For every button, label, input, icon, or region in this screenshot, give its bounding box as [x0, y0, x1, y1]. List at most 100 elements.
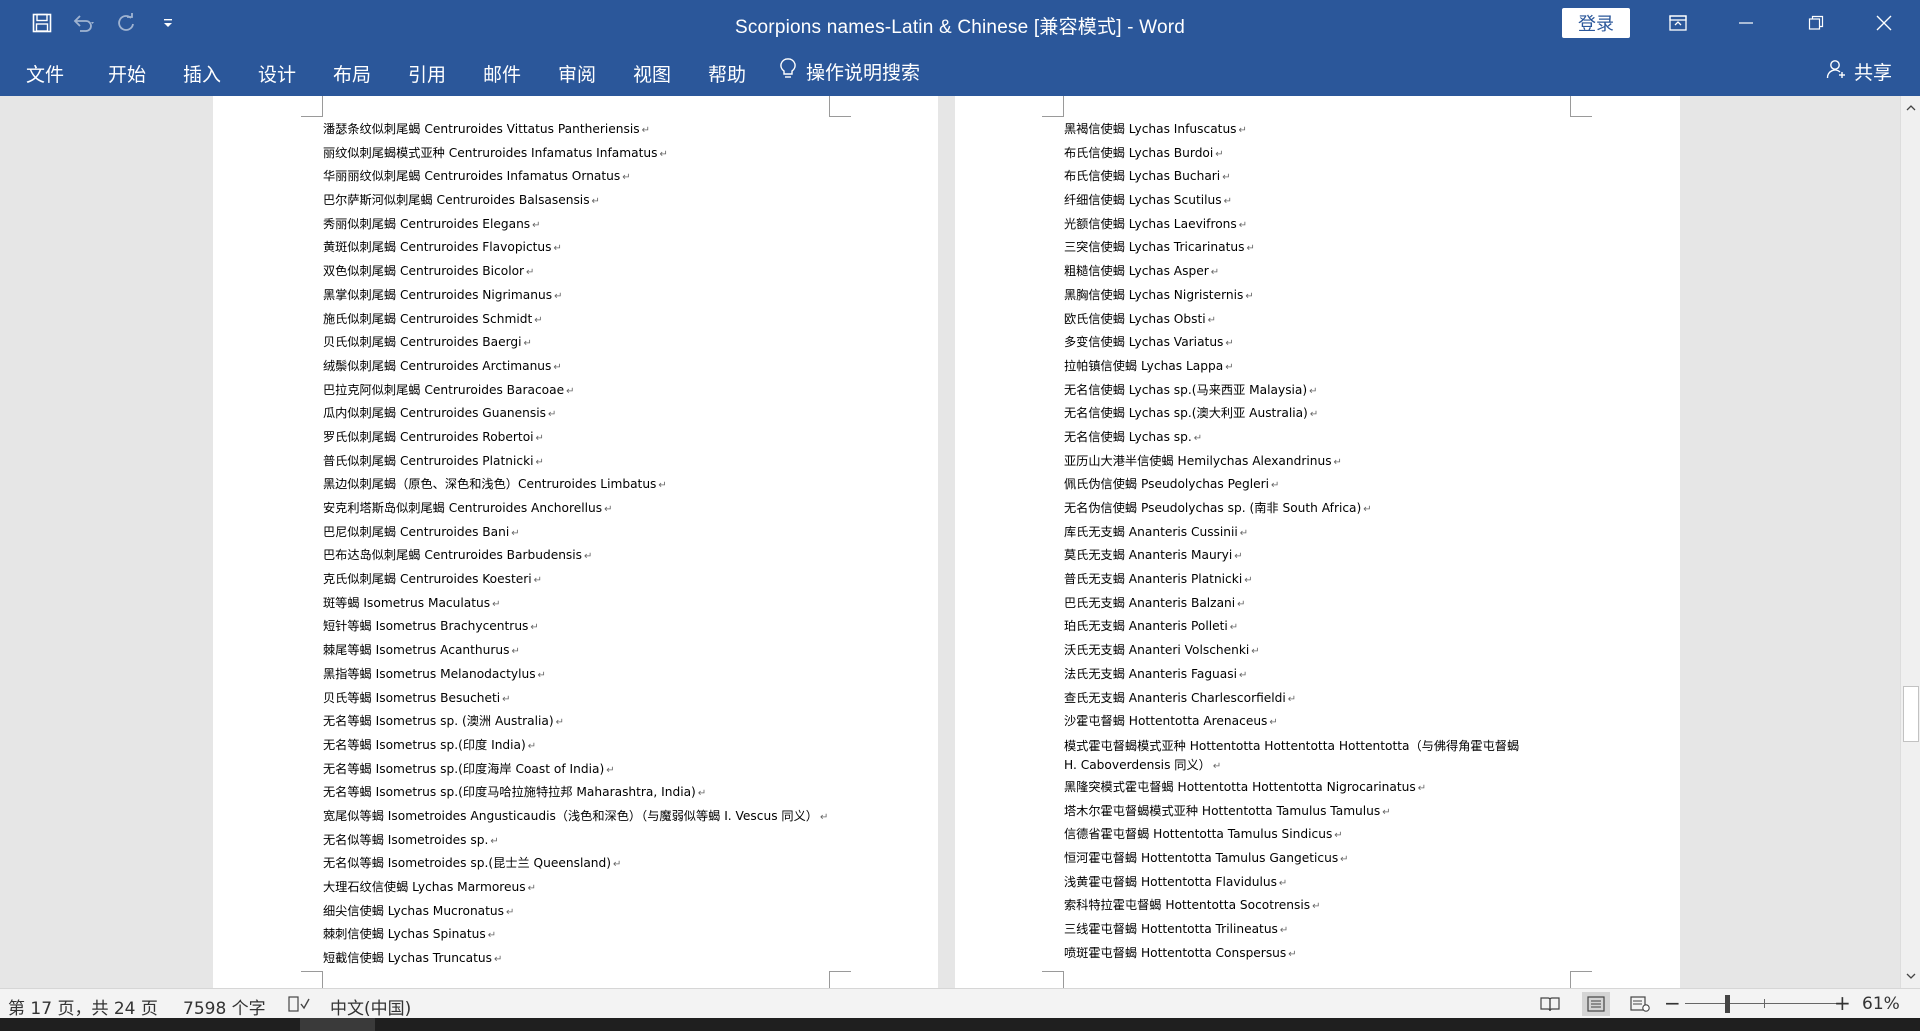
text-line[interactable]: 无名信使蝎 Lychas sp. ↵	[1064, 426, 1534, 450]
tab-references[interactable]: 引用	[408, 60, 446, 87]
text-line[interactable]: 无名信使蝎 Lychas sp.(澳大利亚 Australia) ↵	[1064, 402, 1534, 426]
text-line[interactable]: 克氏似刺尾蝎 Centruroides Koesteri ↵	[323, 568, 828, 592]
text-line[interactable]: 拉帕镇信使蝎 Lychas Lappa ↵	[1064, 355, 1534, 379]
right-page-text[interactable]: 黑褐信使蝎 Lychas Infuscatus ↵ 布氏信使蝎 Lychas Bur…	[1064, 118, 1534, 965]
text-line[interactable]: 秀丽似刺尾蝎 Centruroides Elegans ↵	[323, 213, 828, 237]
read-mode-icon[interactable]	[1540, 996, 1560, 1017]
text-line[interactable]: 无名信使蝎 Lychas sp.(马来西亚 Malaysia) ↵	[1064, 379, 1534, 403]
text-line[interactable]: 无名伪信使蝎 Pseudolychas sp. (南非 South Africa…	[1064, 497, 1534, 521]
login-button[interactable]: 登录	[1562, 8, 1630, 38]
language[interactable]: 中文(中国)	[330, 994, 411, 1019]
text-line[interactable]: 查氏无支蝎 Ananteris Charlescorfieldi ↵	[1064, 687, 1534, 711]
text-line[interactable]: 无名等蝎 Isometrus sp. (澳洲 Australia) ↵	[323, 710, 828, 734]
text-line[interactable]: 无名等蝎 Isometrus sp.(印度 India) ↵	[323, 734, 828, 758]
text-line[interactable]: 亚历山大港半信使蝎 Hemilychas Alexandrinus ↵	[1064, 450, 1534, 474]
text-line[interactable]: 黑隆突模式霍屯督蝎 Hottentotta Hottentotta Nigroc…	[1064, 776, 1534, 800]
tab-mailings[interactable]: 邮件	[483, 60, 521, 87]
text-line[interactable]: 纤细信使蝎 Lychas Scutilus ↵	[1064, 189, 1534, 213]
text-line[interactable]: 大理石纹信使蝎 Lychas Marmoreus ↵	[323, 876, 828, 900]
share-button[interactable]: 共享	[1826, 58, 1892, 85]
text-line[interactable]: 莫氏无支蝎 Ananteris Mauryi ↵	[1064, 544, 1534, 568]
text-line[interactable]: 三线霍屯督蝎 Hottentotta Trilineatus ↵	[1064, 918, 1534, 942]
tell-me-search[interactable]: 操作说明搜索	[780, 58, 920, 85]
text-line[interactable]: 信德省霍屯督蝎 Hottentotta Tamulus Sindicus ↵	[1064, 823, 1534, 847]
text-line[interactable]: 法氏无支蝎 Ananteris Faguasi ↵	[1064, 663, 1534, 687]
tab-view[interactable]: 视图	[633, 60, 671, 87]
text-line[interactable]: 黑指等蝎 Isometrus Melanodactylus ↵	[323, 663, 828, 687]
close-icon[interactable]	[1856, 0, 1912, 46]
text-line[interactable]: 黄斑似刺尾蝎 Centruroides Flavopictus ↵	[323, 236, 828, 260]
text-line[interactable]: 模式霍屯督蝎模式亚种 Hottentotta Hottentotta Hotte…	[1064, 734, 1534, 776]
minimize-icon[interactable]	[1718, 0, 1774, 46]
text-line[interactable]: 棘尾等蝎 Isometrus Acanthurus ↵	[323, 639, 828, 663]
text-line[interactable]: 欧氏信使蝎 Lychas Obsti ↵	[1064, 308, 1534, 332]
scroll-down-icon[interactable]	[1901, 966, 1920, 986]
text-line[interactable]: 丽纹似刺尾蝎模式亚种 Centruroides Infamatus Infama…	[323, 142, 828, 166]
zoom-out-button[interactable]: −	[1664, 991, 1681, 1015]
text-line[interactable]: 浅黄霍屯督蝎 Hottentotta Flavidulus ↵	[1064, 871, 1534, 895]
text-line[interactable]: 沃氏无支蝎 Ananteri Volschenki ↵	[1064, 639, 1534, 663]
page-right[interactable]: 黑褐信使蝎 Lychas Infuscatus ↵ 布氏信使蝎 Lychas Bur…	[955, 96, 1680, 988]
text-line[interactable]: 无名等蝎 Isometrus sp.(印度海岸 Coast of India) ↵	[323, 758, 828, 782]
tab-review[interactable]: 审阅	[558, 60, 596, 87]
text-line[interactable]: 安克利塔斯岛似刺尾蝎 Centruroides Anchorellus ↵	[323, 497, 828, 521]
tab-design[interactable]: 设计	[258, 60, 296, 87]
text-line[interactable]: 巴氏无支蝎 Ananteris Balzani ↵	[1064, 592, 1534, 616]
text-line[interactable]: 贝氏等蝎 Isometrus Besucheti ↵	[323, 687, 828, 711]
text-line[interactable]: 普氏似刺尾蝎 Centruroides Platnicki ↵	[323, 450, 828, 474]
left-page-text[interactable]: 潘瑟条纹似刺尾蝎 Centruroides Vittatus Pantherie…	[323, 118, 828, 971]
text-line[interactable]: 巴布达岛似刺尾蝎 Centruroides Barbudensis ↵	[323, 544, 828, 568]
text-line[interactable]: 黑胸信使蝎 Lychas Nigristernis ↵	[1064, 284, 1534, 308]
zoom-slider-thumb[interactable]	[1725, 995, 1730, 1013]
text-line[interactable]: 索科特拉霍屯督蝎 Hottentotta Socotrensis ↵	[1064, 894, 1534, 918]
text-line[interactable]: 库氏无支蝎 Ananteris Cussinii ↵	[1064, 521, 1534, 545]
text-line[interactable]: 喷斑霍屯督蝎 Hottentotta Conspersus ↵	[1064, 942, 1534, 966]
text-line[interactable]: 黑边似刺尾蝎（原色、深色和浅色）Centruroides Limbatus ↵	[323, 473, 828, 497]
text-line[interactable]: 罗氏似刺尾蝎 Centruroides Robertoi ↵	[323, 426, 828, 450]
text-line[interactable]: 短截信使蝎 Lychas Truncatus ↵	[323, 947, 828, 971]
text-line[interactable]: 巴尔萨斯河似刺尾蝎 Centruroides Balsasensis ↵	[323, 189, 828, 213]
text-line[interactable]: 潘瑟条纹似刺尾蝎 Centruroides Vittatus Pantherie…	[323, 118, 828, 142]
text-line[interactable]: 施氏似刺尾蝎 Centruroides Schmidt ↵	[323, 308, 828, 332]
zoom-level[interactable]: 61%	[1862, 994, 1900, 1014]
text-line[interactable]: 三突信使蝎 Lychas Tricarinatus ↵	[1064, 236, 1534, 260]
text-line[interactable]: 短针等蝎 Isometrus Brachycentrus ↵	[323, 615, 828, 639]
text-line[interactable]: 佩氏伪信使蝎 Pseudolychas Pegleri ↵	[1064, 473, 1534, 497]
text-line[interactable]: 无名似等蝎 Isometroides sp. ↵	[323, 829, 828, 853]
web-layout-icon[interactable]	[1630, 996, 1650, 1017]
text-line[interactable]: 普氏无支蝎 Ananteris Platnicki ↵	[1064, 568, 1534, 592]
text-line[interactable]: 细尖信使蝎 Lychas Mucronatus ↵	[323, 900, 828, 924]
document-area[interactable]: 潘瑟条纹似刺尾蝎 Centruroides Vittatus Pantherie…	[0, 96, 1900, 988]
restore-icon[interactable]	[1788, 0, 1844, 46]
tab-home[interactable]: 开始	[108, 60, 146, 87]
text-line[interactable]: 粗糙信使蝎 Lychas Asper ↵	[1064, 260, 1534, 284]
text-line[interactable]: 沙霍屯督蝎 Hottentotta Arenaceus ↵	[1064, 710, 1534, 734]
text-line[interactable]: 恒河霍屯督蝎 Hottentotta Tamulus Gangeticus ↵	[1064, 847, 1534, 871]
tab-layout[interactable]: 布局	[333, 60, 371, 87]
text-line[interactable]: 华丽丽纹似刺尾蝎 Centruroides Infamatus Ornatus ↵	[323, 165, 828, 189]
text-line[interactable]: 黑掌似刺尾蝎 Centruroides Nigrimanus ↵	[323, 284, 828, 308]
tab-insert[interactable]: 插入	[183, 60, 221, 87]
ribbon-display-icon[interactable]	[1650, 0, 1706, 46]
text-line[interactable]: 巴拉克阿似刺尾蝎 Centruroides Baracoae ↵	[323, 379, 828, 403]
word-count[interactable]: 7598 个字	[183, 994, 266, 1019]
scroll-up-icon[interactable]	[1901, 98, 1920, 118]
text-line[interactable]: 布氏信使蝎 Lychas Buchari ↵	[1064, 165, 1534, 189]
tab-help[interactable]: 帮助	[708, 60, 746, 87]
text-line[interactable]: 宽尾似等蝎 Isometroides Angusticaudis（浅色和深色）（…	[323, 805, 828, 829]
zoom-in-button[interactable]: +	[1834, 991, 1851, 1015]
text-line[interactable]: 无名等蝎 Isometrus sp.(印度马哈拉施特拉邦 Maharashtra…	[323, 781, 828, 805]
print-layout-icon[interactable]	[1582, 992, 1610, 1016]
text-line[interactable]: 巴尼似刺尾蝎 Centruroides Bani ↵	[323, 521, 828, 545]
page-info[interactable]: 第 17 页，共 24 页	[8, 994, 158, 1019]
text-line[interactable]: 双色似刺尾蝎 Centruroides Bicolor ↵	[323, 260, 828, 284]
text-line[interactable]: 多变信使蝎 Lychas Variatus ↵	[1064, 331, 1534, 355]
proofing-icon[interactable]	[288, 996, 310, 1017]
text-line[interactable]: 塔木尔霍屯督蝎模式亚种 Hottentotta Tamulus Tamulus ↵	[1064, 800, 1534, 824]
text-line[interactable]: 布氏信使蝎 Lychas Burdoi ↵	[1064, 142, 1534, 166]
text-line[interactable]: 绒鬃似刺尾蝎 Centruroides Arctimanus ↵	[323, 355, 828, 379]
scroll-thumb[interactable]	[1903, 686, 1919, 742]
text-line[interactable]: 光额信使蝎 Lychas Laevifrons ↵	[1064, 213, 1534, 237]
text-line[interactable]: 黑褐信使蝎 Lychas Infuscatus ↵	[1064, 118, 1534, 142]
text-line[interactable]: 瓜内似刺尾蝎 Centruroides Guanensis ↵	[323, 402, 828, 426]
